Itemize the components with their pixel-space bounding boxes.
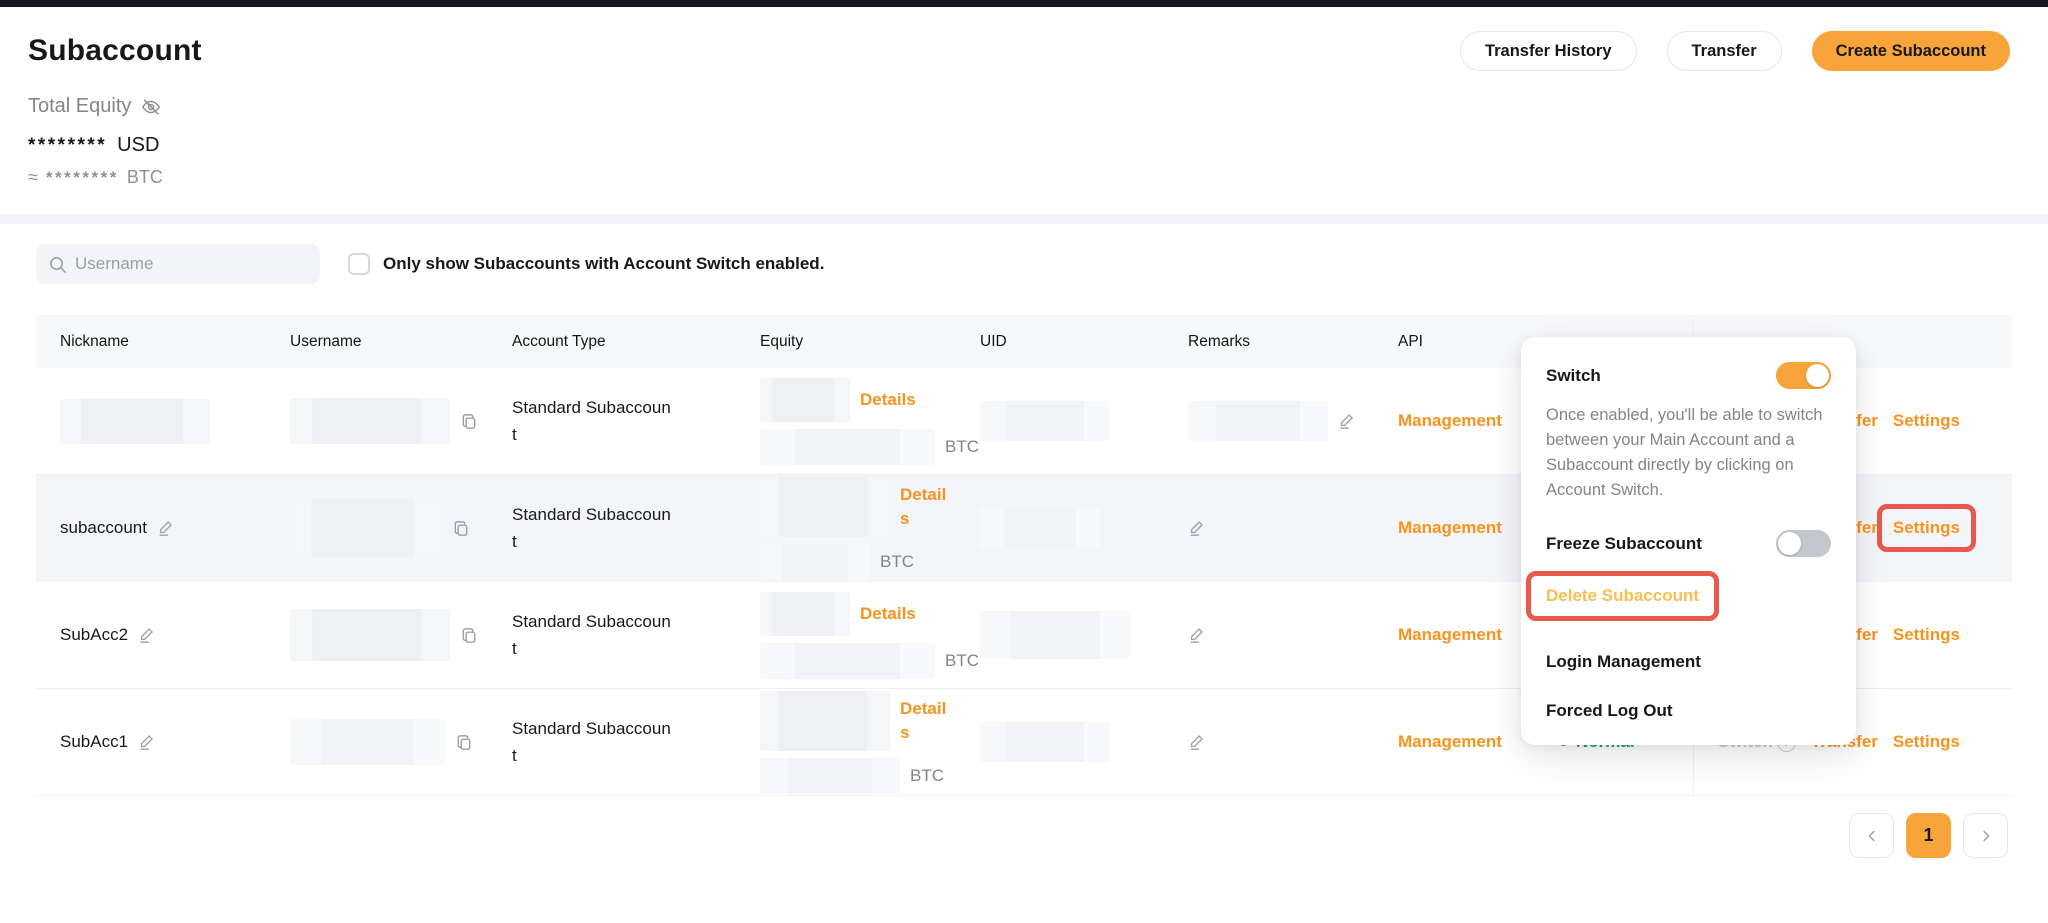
edit-remark-icon[interactable]: [1188, 519, 1206, 537]
search-icon: [48, 255, 67, 274]
settings-action-link-highlighted[interactable]: Settings: [1893, 518, 1960, 538]
menu-item-switch: Switch: [1546, 366, 1601, 386]
pagination: 1: [36, 813, 2012, 858]
search-input[interactable]: [75, 254, 308, 274]
menu-item-login-management[interactable]: Login Management: [1546, 652, 1701, 671]
edit-remark-icon[interactable]: [1188, 733, 1206, 751]
edit-nickname-icon[interactable]: [157, 519, 175, 537]
btc-unit-label: BTC: [910, 766, 944, 786]
redacted-equity: [760, 378, 850, 422]
redacted-nickname: [60, 399, 210, 444]
total-equity-summary: Total Equity ******** USD ≈ ******** BTC: [28, 95, 2010, 214]
redacted-equity: [760, 592, 850, 636]
account-type: Standard Subaccount: [512, 608, 672, 662]
account-switch-filter-checkbox[interactable]: [348, 253, 370, 275]
redacted-uid: [980, 401, 1110, 441]
btc-unit: BTC: [127, 167, 163, 188]
copy-icon[interactable]: [460, 412, 479, 431]
edit-nickname-icon[interactable]: [138, 626, 156, 644]
redacted-username: [290, 398, 450, 444]
col-header-remarks: Remarks: [1164, 333, 1374, 351]
settings-action-link[interactable]: Settings: [1893, 732, 1960, 752]
create-subaccount-button[interactable]: Create Subaccount: [1812, 31, 2010, 71]
chevron-right-icon: [1977, 827, 1995, 845]
menu-item-forced-log-out[interactable]: Forced Log Out: [1546, 701, 1673, 720]
menu-item-freeze-subaccount: Freeze Subaccount: [1546, 534, 1702, 554]
api-management-link[interactable]: Management: [1398, 518, 1502, 538]
usd-unit: USD: [117, 134, 159, 157]
approx-symbol: ≈: [28, 167, 38, 188]
col-header-api: API: [1374, 333, 1536, 351]
header-actions: Transfer History Transfer Create Subacco…: [1460, 31, 2010, 71]
section-divider: [0, 214, 2048, 224]
pagination-next-button[interactable]: [1963, 813, 2008, 858]
pagination-prev-button[interactable]: [1849, 813, 1894, 858]
switch-toggle[interactable]: [1776, 362, 1831, 389]
account-type: Standard Subaccount: [512, 501, 672, 555]
equity-details-link[interactable]: Details: [860, 390, 916, 410]
settings-action-link[interactable]: Settings: [1893, 625, 1960, 645]
col-header-equity: Equity: [736, 333, 956, 351]
toggle-knob: [1778, 532, 1801, 555]
redacted-equity-btc: [760, 758, 900, 794]
equity-details-link[interactable]: Details: [860, 604, 916, 624]
page-header: Subaccount Transfer History Transfer Cre…: [0, 7, 2048, 214]
switch-description: Once enabled, you'll be able to switch b…: [1546, 403, 1831, 503]
window-top-bar: [0, 0, 2048, 7]
col-header-uid: UID: [956, 333, 1164, 351]
account-type: Standard Subaccount: [512, 715, 672, 769]
api-management-link[interactable]: Management: [1398, 732, 1502, 752]
redacted-uid: [980, 611, 1130, 659]
redacted-equity: [760, 691, 890, 751]
freeze-subaccount-toggle[interactable]: [1776, 530, 1831, 557]
nickname: subaccount: [60, 518, 147, 538]
col-header-nickname: Nickname: [36, 333, 266, 351]
redacted-username: [290, 719, 445, 765]
total-equity-label: Total Equity: [28, 95, 131, 118]
chevron-left-icon: [1863, 827, 1881, 845]
redacted-uid: [980, 722, 1110, 762]
page-title: Subaccount: [28, 34, 202, 68]
redacted-equity-btc: [760, 544, 870, 580]
settings-action-link[interactable]: Settings: [1893, 411, 1960, 431]
equity-details-link[interactable]: Details: [900, 697, 952, 745]
transfer-history-button[interactable]: Transfer History: [1460, 31, 1637, 71]
masked-btc-equity: ********: [46, 168, 119, 188]
toggle-knob: [1806, 364, 1829, 387]
delete-subaccount-highlight: Delete Subaccount: [1526, 571, 1719, 621]
col-header-account-type: Account Type: [488, 333, 736, 351]
edit-remark-icon[interactable]: [1338, 412, 1356, 430]
equity-details-link[interactable]: Details: [900, 483, 952, 531]
col-header-username: Username: [266, 333, 488, 351]
edit-nickname-icon[interactable]: [138, 733, 156, 751]
copy-icon[interactable]: [460, 626, 479, 645]
redacted-equity-btc: [760, 643, 935, 679]
menu-item-delete-subaccount[interactable]: Delete Subaccount: [1546, 586, 1699, 605]
edit-remark-icon[interactable]: [1188, 626, 1206, 644]
redacted-username: [290, 609, 450, 661]
nickname: SubAcc2: [60, 625, 128, 645]
nickname: SubAcc1: [60, 732, 128, 752]
account-switch-filter-label: Only show Subaccounts with Account Switc…: [383, 254, 824, 274]
btc-unit-label: BTC: [880, 552, 914, 572]
redacted-equity: [760, 477, 890, 537]
pagination-page-1-button[interactable]: 1: [1906, 813, 1951, 858]
api-management-link[interactable]: Management: [1398, 411, 1502, 431]
copy-icon[interactable]: [452, 519, 471, 538]
username-search[interactable]: [36, 244, 320, 284]
redacted-uid: [980, 508, 1100, 548]
redacted-remark: [1188, 401, 1328, 441]
account-type: Standard Subaccount: [512, 394, 672, 448]
transfer-button[interactable]: Transfer: [1667, 31, 1782, 71]
copy-icon[interactable]: [455, 733, 474, 752]
redacted-username: [290, 499, 442, 557]
subaccount-settings-menu: Switch Once enabled, you'll be able to s…: [1521, 337, 1856, 745]
api-management-link[interactable]: Management: [1398, 625, 1502, 645]
masked-usd-equity: ********: [28, 135, 107, 157]
eye-off-icon[interactable]: [140, 96, 162, 118]
redacted-equity-btc: [760, 429, 935, 465]
